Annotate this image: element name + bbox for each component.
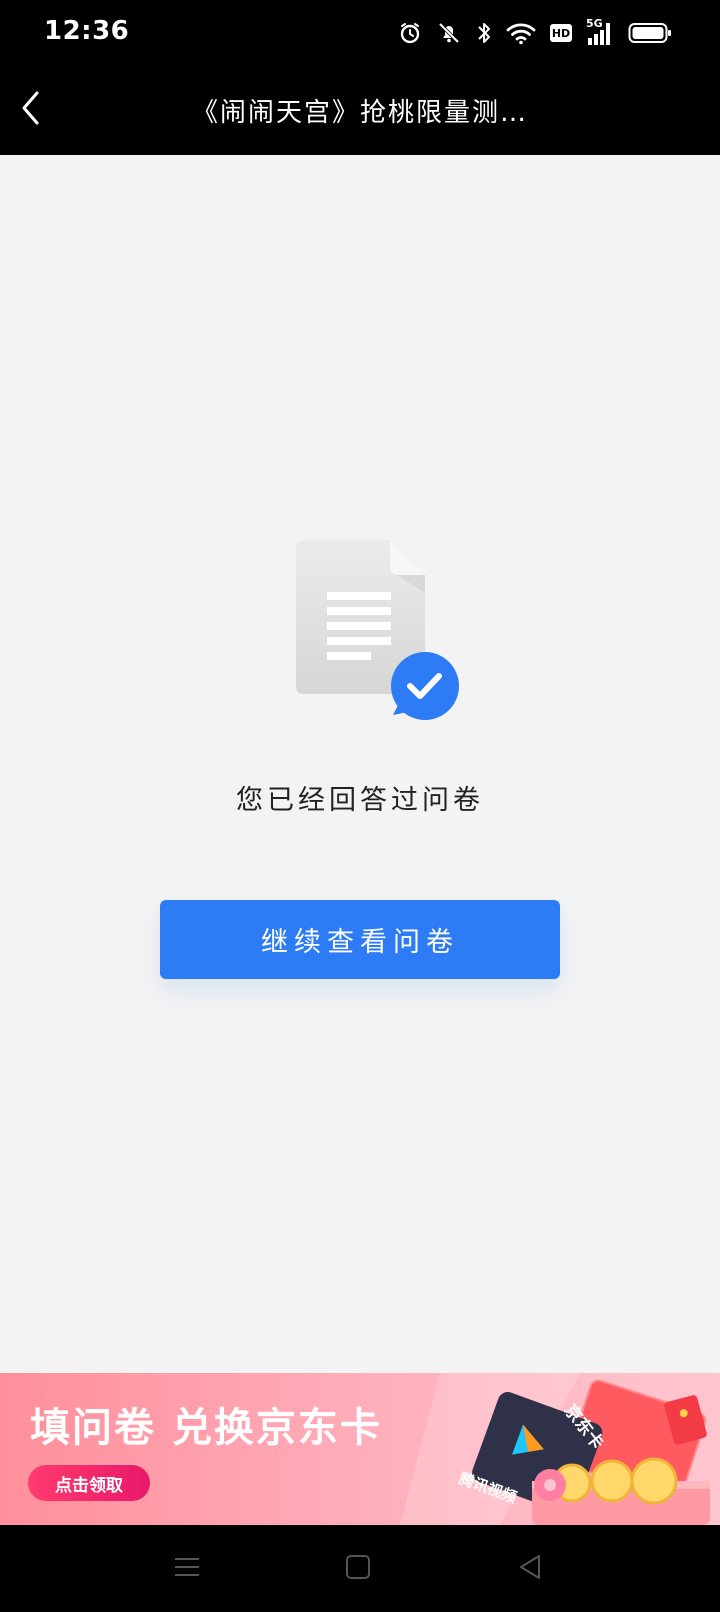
document-check-icon xyxy=(295,540,465,730)
top-bar: 12:36 HD 5G 《闹闹天宫》抢桃限量测… xyxy=(0,0,720,155)
promo-banner[interactable]: 填问卷 兑换京东卡 点击领取 腾讯视频 京东卡 xyxy=(0,1373,720,1525)
mute-icon xyxy=(436,20,462,46)
status-time: 12:36 xyxy=(44,16,130,46)
alarm-icon xyxy=(398,21,422,45)
back-triangle-icon xyxy=(517,1553,543,1585)
5g-signal-icon: 5G xyxy=(586,17,614,46)
screen: 12:36 HD 5G 《闹闹天宫》抢桃限量测… 您已经回答过问卷 继续查看问卷… xyxy=(0,0,720,1612)
bluetooth-icon xyxy=(476,20,492,46)
banner-title: 填问卷 兑换京东卡 xyxy=(30,1405,382,1451)
status-message: 您已经回答过问卷 xyxy=(236,785,484,816)
menu-icon xyxy=(173,1555,201,1583)
status-icons: HD 5G xyxy=(398,17,672,48)
hd-label: HD xyxy=(551,26,571,40)
wifi-icon xyxy=(506,21,536,45)
battery-icon xyxy=(628,21,672,45)
home-square-icon xyxy=(345,1554,371,1584)
page-title: 《闹闹天宫》抢桃限量测… xyxy=(191,98,528,128)
system-back-button[interactable] xyxy=(506,1545,554,1593)
home-button[interactable] xyxy=(334,1545,382,1593)
back-button[interactable] xyxy=(10,86,50,134)
gift-cards-illustration xyxy=(400,1373,710,1525)
main-content: 您已经回答过问卷 继续查看问卷 xyxy=(0,155,720,1373)
system-nav-bar xyxy=(0,1525,720,1612)
hd-icon: HD xyxy=(550,24,572,42)
chevron-left-icon xyxy=(19,90,41,130)
recent-apps-button[interactable] xyxy=(163,1545,211,1593)
banner-claim-button[interactable]: 点击领取 xyxy=(28,1465,150,1501)
continue-view-survey-button[interactable]: 继续查看问卷 xyxy=(160,900,560,979)
